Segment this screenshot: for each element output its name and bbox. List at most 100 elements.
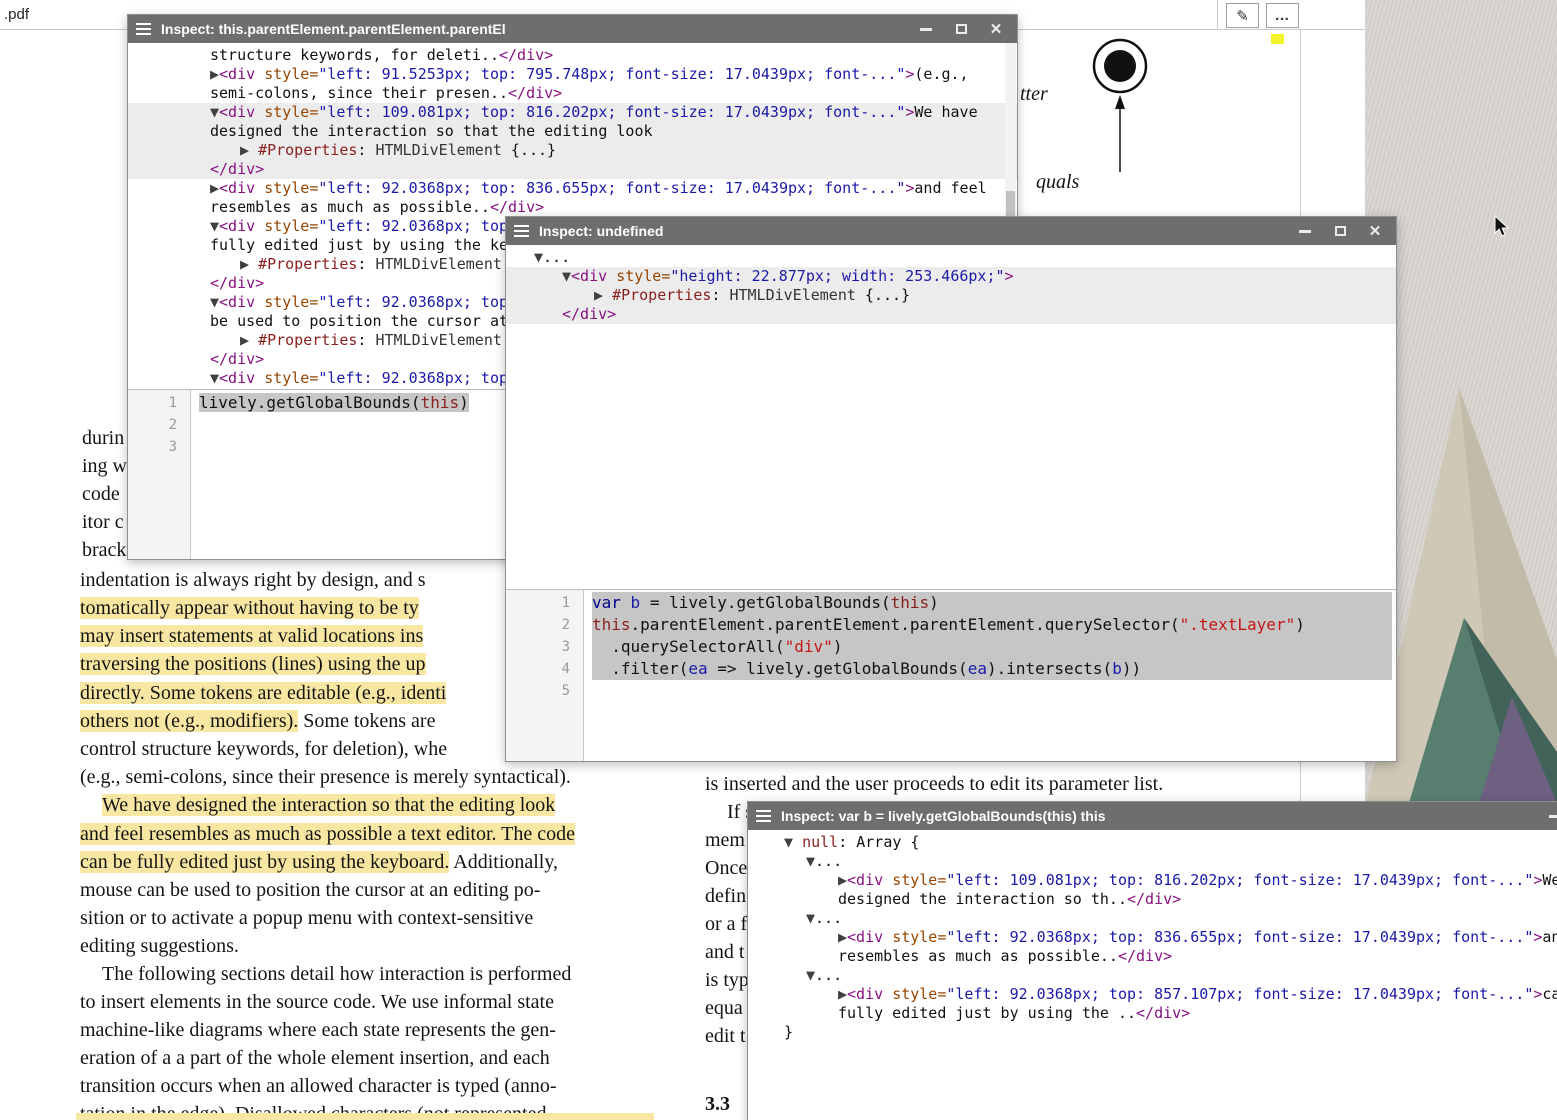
tree-row[interactable]: </div> <box>506 305 1396 324</box>
pdf-text-line: tomatically appear without having to be … <box>80 594 419 622</box>
code-token: b <box>631 593 641 612</box>
tree-row[interactable]: designed the interaction so th..</div> <box>748 890 1557 909</box>
pdf-text-fragment: mem <box>705 826 745 854</box>
pdf-text-fragment: defin <box>705 882 746 910</box>
minimize-button[interactable] <box>1298 224 1312 238</box>
code-token: => lively.getGlobalBounds( <box>708 659 968 678</box>
tree-row[interactable]: ▶ #Properties: HTMLDivElement {...} <box>506 286 1396 305</box>
pdf-text-line: transition occurs when an allowed charac… <box>80 1072 556 1100</box>
menu-icon[interactable] <box>136 23 151 35</box>
code-token: : <box>357 141 375 159</box>
window-titlebar[interactable]: Inspect: var b = lively.getGlobalBounds(… <box>748 802 1557 830</box>
code-token: ▶ <box>210 65 219 83</box>
tree-row[interactable]: ▼<div style="left: 109.081px; top: 816.2… <box>128 103 1017 122</box>
tree-row[interactable]: ▼... <box>748 966 1557 985</box>
window-titlebar[interactable]: Inspect: this.parentElement.parentElemen… <box>128 15 1017 43</box>
code-token: "left: 91.5253px; top: 795.748px; font-s… <box>318 65 905 83</box>
pdf-text-line: can be fully edited just by using the ke… <box>80 848 558 876</box>
code-token: ▶ <box>240 255 258 273</box>
maximize-icon <box>1335 226 1346 236</box>
code-line[interactable]: .querySelectorAll("div") <box>592 636 1392 658</box>
dom-tree: ▼ null: Array {▼...▶<div style="left: 10… <box>748 830 1557 1120</box>
pdf-text-line: sition or to activate a popup menu with … <box>80 904 533 932</box>
window-title: Inspect: var b = lively.getGlobalBounds(… <box>781 808 1538 824</box>
code-token: ▶ <box>594 286 612 304</box>
tree-row[interactable]: resembles as much as possible..</div> <box>128 198 1017 217</box>
code-token: ... <box>815 966 842 984</box>
code-token: <div <box>219 65 264 83</box>
editor-code[interactable]: var b = lively.getGlobalBounds(this)this… <box>584 590 1396 761</box>
code-token: )) <box>1122 659 1141 678</box>
more-options-button[interactable]: … <box>1266 3 1299 28</box>
tree-row[interactable]: ▶<div style="left: 109.081px; top: 816.2… <box>748 871 1557 890</box>
code-token: fully edited just by using the .. <box>838 1004 1136 1022</box>
code-token: ▼ <box>806 966 815 984</box>
code-line[interactable]: .filter(ea => lively.getGlobalBounds(ea)… <box>592 658 1392 680</box>
code-line[interactable] <box>592 680 1396 702</box>
code-token: ▼ <box>534 248 543 266</box>
code-line[interactable]: var b = lively.getGlobalBounds(this) <box>592 592 1392 614</box>
code-token: style= <box>892 871 946 889</box>
tree-row[interactable]: designed the interaction so that the edi… <box>128 122 1017 141</box>
code-token: HTMLDivElement <box>375 141 501 159</box>
pdf-text-line: editing suggestions. <box>80 932 239 960</box>
maximize-button[interactable] <box>954 22 968 36</box>
pdf-text-fragment: edit t <box>705 1022 746 1050</box>
transition-arrowhead <box>1115 95 1125 109</box>
menu-icon[interactable] <box>514 225 529 237</box>
code-token: ▼ <box>210 293 219 311</box>
tree-row[interactable]: ▶<div style="left: 92.0368px; top: 836.6… <box>128 179 1017 198</box>
tree-row[interactable]: ▼<div style="height: 22.877px; width: 25… <box>506 267 1396 286</box>
maximize-button[interactable] <box>1333 224 1347 238</box>
code-token: <div <box>219 217 264 235</box>
code-token: designed the interaction so that the edi… <box>210 122 653 140</box>
code-token: We <box>1542 871 1557 889</box>
code-token: ▶ <box>838 985 847 1003</box>
code-token: style= <box>264 65 318 83</box>
code-token: : <box>357 255 375 273</box>
code-token: ▼ <box>806 909 815 927</box>
minimize-button[interactable] <box>919 22 933 36</box>
tree-row[interactable]: ▶<div style="left: 91.5253px; top: 795.7… <box>128 65 1017 84</box>
code-token: "div" <box>785 637 833 656</box>
code-token: : <box>711 286 729 304</box>
tree-row[interactable]: ▼ null: Array { <box>748 833 1557 852</box>
code-token: #Properties <box>258 331 357 349</box>
tree-row[interactable]: ▶<div style="left: 92.0368px; top: 857.1… <box>748 985 1557 1004</box>
tree-row[interactable]: fully edited just by using the ..</div> <box>748 1004 1557 1023</box>
tree-row[interactable]: } <box>748 1023 1557 1042</box>
pdf-text-fragment: and t <box>705 938 744 966</box>
window-titlebar[interactable]: Inspect: undefined ✕ <box>506 217 1396 245</box>
code-token: : Array { <box>838 833 919 851</box>
tree-row[interactable]: structure keywords, for deleti..</div> <box>128 46 1017 65</box>
tree-row[interactable]: resembles as much as possible..</div> <box>748 947 1557 966</box>
menu-icon[interactable] <box>756 810 771 822</box>
pdf-text-line: control structure keywords, for deletion… <box>80 735 447 763</box>
close-icon: ✕ <box>1369 224 1382 239</box>
tree-row[interactable]: ▶ #Properties: HTMLDivElement {...} <box>128 141 1017 160</box>
tree-row[interactable]: semi-colons, since their presen..</div> <box>128 84 1017 103</box>
code-token: ) <box>833 637 843 656</box>
dom-tree: ▼...▼<div style="height: 22.877px; width… <box>506 245 1396 591</box>
code-token: <div <box>847 928 892 946</box>
code-token: .querySelectorAll( <box>592 637 785 656</box>
code-line[interactable]: this.parentElement.parentElement.parentE… <box>592 614 1392 636</box>
tree-row[interactable]: ▶<div style="left: 92.0368px; top: 836.6… <box>748 928 1557 947</box>
code-token: ) <box>1295 615 1305 634</box>
yellow-marker <box>1271 34 1284 44</box>
close-button[interactable]: ✕ <box>1368 224 1382 238</box>
pdf-text-line: traversing the positions (lines) using t… <box>80 650 426 678</box>
close-button[interactable]: ✕ <box>989 22 1003 36</box>
tree-row[interactable]: ▼... <box>748 909 1557 928</box>
code-editor[interactable]: 12345 var b = lively.getGlobalBounds(thi… <box>506 589 1396 761</box>
tree-row[interactable]: </div> <box>128 160 1017 179</box>
code-token: style= <box>264 217 318 235</box>
code-token: </div> <box>508 84 562 102</box>
minimize-button[interactable] <box>1548 809 1557 823</box>
highlight-strip <box>76 1113 654 1120</box>
code-token: ).intersects( <box>987 659 1112 678</box>
edit-pencil-button[interactable]: ✎ <box>1226 3 1259 28</box>
code-token: this <box>421 393 460 412</box>
tree-row[interactable]: ▼... <box>748 852 1557 871</box>
tree-row[interactable]: ▼... <box>506 248 1396 267</box>
